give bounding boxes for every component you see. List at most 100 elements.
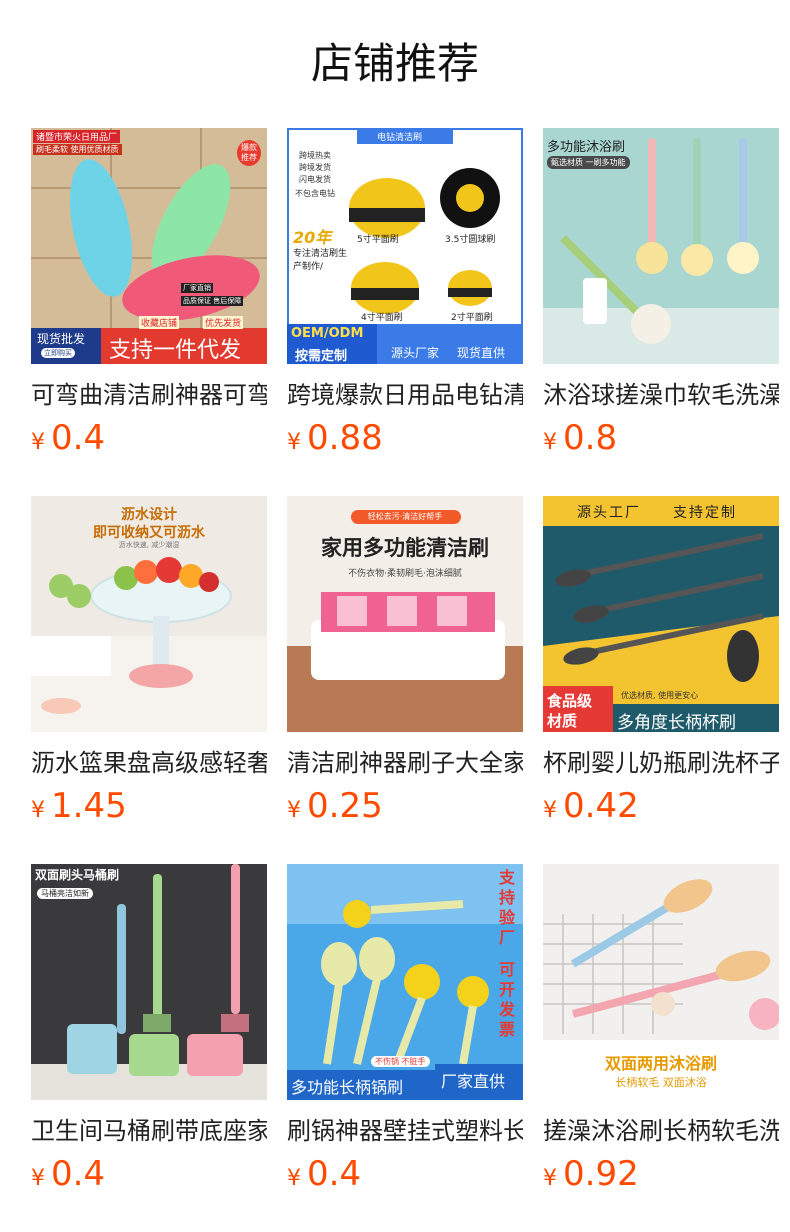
image-text: 3.5寸圆球刷	[445, 235, 496, 245]
image-text: 立即购买	[41, 348, 75, 358]
product-image[interactable]: 源头工厂 支持定制 食品级 材质 优选材质, 使用更安心 多角度长柄杯刷	[543, 496, 779, 732]
image-text: 多角度长柄杯刷	[617, 713, 736, 732]
product-price: ¥0.4	[31, 1154, 267, 1200]
currency-symbol: ¥	[287, 430, 301, 455]
product-image[interactable]: 多功能沐浴刷 甄选材质 一刷多功能	[543, 128, 779, 364]
product-card[interactable]: 多功能沐浴刷 甄选材质 一刷多功能 沐浴球搓澡巾软毛洗澡刷 ¥0.8	[543, 128, 779, 496]
image-text: 现货直供	[457, 346, 506, 360]
currency-symbol: ¥	[31, 798, 45, 823]
price-value: 0.4	[307, 1154, 362, 1194]
image-text: 沥水快速, 减少潮湿	[118, 541, 180, 549]
image-text: 源头厂家	[391, 346, 440, 360]
image-text: 马桶亮洁如新	[37, 888, 93, 899]
image-text: 优选材质, 使用更安心	[621, 691, 699, 700]
product-price: ¥0.4	[31, 418, 267, 464]
image-text: 现货批发	[37, 332, 86, 346]
image-text: 食品级	[547, 692, 593, 710]
product-price: ¥0.4	[287, 1154, 523, 1200]
currency-symbol: ¥	[543, 430, 557, 455]
price-value: 1.45	[51, 786, 127, 826]
currency-symbol: ¥	[543, 1166, 557, 1191]
price-value: 0.4	[51, 418, 106, 458]
image-text: 支持一件代发	[109, 338, 242, 363]
image-text: 闪电发货	[299, 175, 331, 184]
currency-symbol: ¥	[31, 430, 45, 455]
image-text: 源头工厂	[577, 505, 641, 521]
product-card[interactable]: 沥水设计 即可收纳又可沥水 沥水快速, 减少潮湿 沥水篮果盘高级感轻奢 ¥1.4…	[31, 496, 267, 864]
image-text: 双面两用沐浴刷	[604, 1054, 717, 1073]
image-text: 20年	[293, 228, 332, 247]
page-title: 店铺推荐	[310, 39, 479, 88]
image-text: 长柄软毛 双面沐浴	[615, 1076, 707, 1089]
product-card[interactable]: 源头工厂 支持定制 食品级 材质 优选材质, 使用更安心 多角度长柄杯刷 杯刷婴…	[543, 496, 779, 864]
store-recommend-page: 店铺推荐 诸暨市荣火日用品厂 刷毛柔软 使用优质材质 爆款推荐 厂家直销 品质保…	[0, 0, 790, 1232]
product-image[interactable]: 支持验厂 可开发票 不伤锅 不脏手 多功能长柄锅刷 厂家直供	[287, 864, 523, 1100]
image-text: 5寸平面刷	[357, 235, 399, 245]
image-text: 跨境热卖	[299, 151, 331, 160]
product-image[interactable]: 电钻清洁刷 跨境热卖 跨境发货 闪电发货 不包含电钻 5寸平面刷 3.5寸圆球刷…	[287, 128, 523, 364]
image-text: 即可收纳又可沥水	[93, 525, 205, 541]
currency-symbol: ¥	[31, 1166, 45, 1191]
image-text: 不伤锅 不脏手	[371, 1056, 430, 1067]
product-card[interactable]: 诸暨市荣火日用品厂 刷毛柔软 使用优质材质 爆款推荐 厂家直销 品质保证 售后保…	[31, 128, 267, 496]
product-image[interactable]: 双面刷头马桶刷 马桶亮洁如新	[31, 864, 267, 1100]
price-value: 0.88	[307, 418, 383, 458]
image-text: 电钻清洁刷	[377, 133, 423, 143]
price-value: 0.8	[563, 418, 618, 458]
product-grid: 诸暨市荣火日用品厂 刷毛柔软 使用优质材质 爆款推荐 厂家直销 品质保证 售后保…	[31, 128, 779, 1232]
product-name[interactable]: 沥水篮果盘高级感轻奢	[31, 746, 267, 780]
image-text: 跨境发货	[299, 163, 331, 172]
currency-symbol: ¥	[543, 798, 557, 823]
image-text: 收藏店铺	[139, 316, 180, 329]
product-price: ¥0.88	[287, 418, 523, 464]
product-price: ¥0.25	[287, 786, 523, 832]
image-text: 优先发货	[203, 316, 244, 329]
image-text: 双面刷头马桶刷	[35, 868, 120, 882]
image-text: 爆款推荐	[237, 140, 261, 166]
product-name[interactable]: 可弯曲清洁刷神器可弯曲清洁刷	[31, 378, 267, 412]
image-text: 多功能沐浴刷	[547, 140, 626, 155]
image-text: 刷毛柔软 使用优质材质	[33, 144, 122, 155]
product-name[interactable]: 清洁刷神器刷子大全家用	[287, 746, 523, 780]
product-image[interactable]: 双面两用沐浴刷 长柄软毛 双面沐浴	[543, 864, 779, 1100]
product-price: ¥0.42	[543, 786, 779, 832]
product-name[interactable]: 跨境爆款日用品电钻清洁刷	[287, 378, 523, 412]
image-text: 材质	[547, 712, 578, 730]
product-card[interactable]: 轻松去污·清洁好帮手 家用多功能清洁刷 不伤衣物·柔韧刷毛·泡沫细腻 清洁刷神器…	[287, 496, 523, 864]
image-text: 诸暨市荣火日用品厂	[33, 130, 121, 143]
image-text: 沥水设计	[121, 507, 177, 523]
product-price: ¥0.8	[543, 418, 779, 464]
image-text: OEM/ODM	[291, 326, 364, 341]
product-name[interactable]: 卫生间马桶刷带底座家用	[31, 1114, 267, 1148]
currency-symbol: ¥	[287, 1166, 301, 1191]
image-text: 厂家直销	[181, 283, 213, 293]
image-text: 按需定制	[295, 349, 348, 364]
image-text: 家用多功能清洁刷	[321, 536, 489, 560]
product-card[interactable]: 支持验厂 可开发票 不伤锅 不脏手 多功能长柄锅刷 厂家直供 刷锅神器壁挂式塑料…	[287, 864, 523, 1232]
product-name[interactable]: 沐浴球搓澡巾软毛洗澡刷	[543, 378, 779, 412]
image-text: 可开发票	[499, 960, 516, 1039]
product-price: ¥0.92	[543, 1154, 779, 1200]
image-text: 专注清洁刷生产制作/	[293, 249, 348, 272]
image-text: 支持验厂	[499, 868, 516, 947]
product-name[interactable]: 搓澡沐浴刷长柄软毛洗澡	[543, 1114, 779, 1148]
price-value: 0.25	[307, 786, 383, 826]
product-card[interactable]: 双面两用沐浴刷 长柄软毛 双面沐浴 搓澡沐浴刷长柄软毛洗澡 ¥0.92	[543, 864, 779, 1232]
image-text: 多功能长柄锅刷	[291, 1078, 404, 1097]
product-price: ¥1.45	[31, 786, 267, 832]
image-text: 支持定制	[673, 505, 737, 521]
product-card[interactable]: 双面刷头马桶刷 马桶亮洁如新 卫生间马桶刷带底座家用 ¥0.4	[31, 864, 267, 1232]
image-text: 甄选材质 一刷多功能	[547, 156, 630, 169]
product-card[interactable]: 电钻清洁刷 跨境热卖 跨境发货 闪电发货 不包含电钻 5寸平面刷 3.5寸圆球刷…	[287, 128, 523, 496]
price-value: 0.42	[563, 786, 639, 826]
product-name[interactable]: 杯刷婴儿奶瓶刷洗杯子	[543, 746, 779, 780]
product-image[interactable]: 轻松去污·清洁好帮手 家用多功能清洁刷 不伤衣物·柔韧刷毛·泡沫细腻	[287, 496, 523, 732]
price-value: 0.92	[563, 1154, 639, 1194]
product-image[interactable]: 诸暨市荣火日用品厂 刷毛柔软 使用优质材质 爆款推荐 厂家直销 品质保证 售后保…	[31, 128, 267, 364]
product-image[interactable]: 沥水设计 即可收纳又可沥水 沥水快速, 减少潮湿	[31, 496, 267, 732]
image-text: 不包含电钻	[295, 189, 335, 198]
image-text: 4寸平面刷	[361, 313, 403, 323]
product-name[interactable]: 刷锅神器壁挂式塑料长柄	[287, 1114, 523, 1148]
image-text: 不伤衣物·柔韧刷毛·泡沫细腻	[348, 569, 462, 579]
image-text: 轻松去污·清洁好帮手	[367, 512, 443, 521]
